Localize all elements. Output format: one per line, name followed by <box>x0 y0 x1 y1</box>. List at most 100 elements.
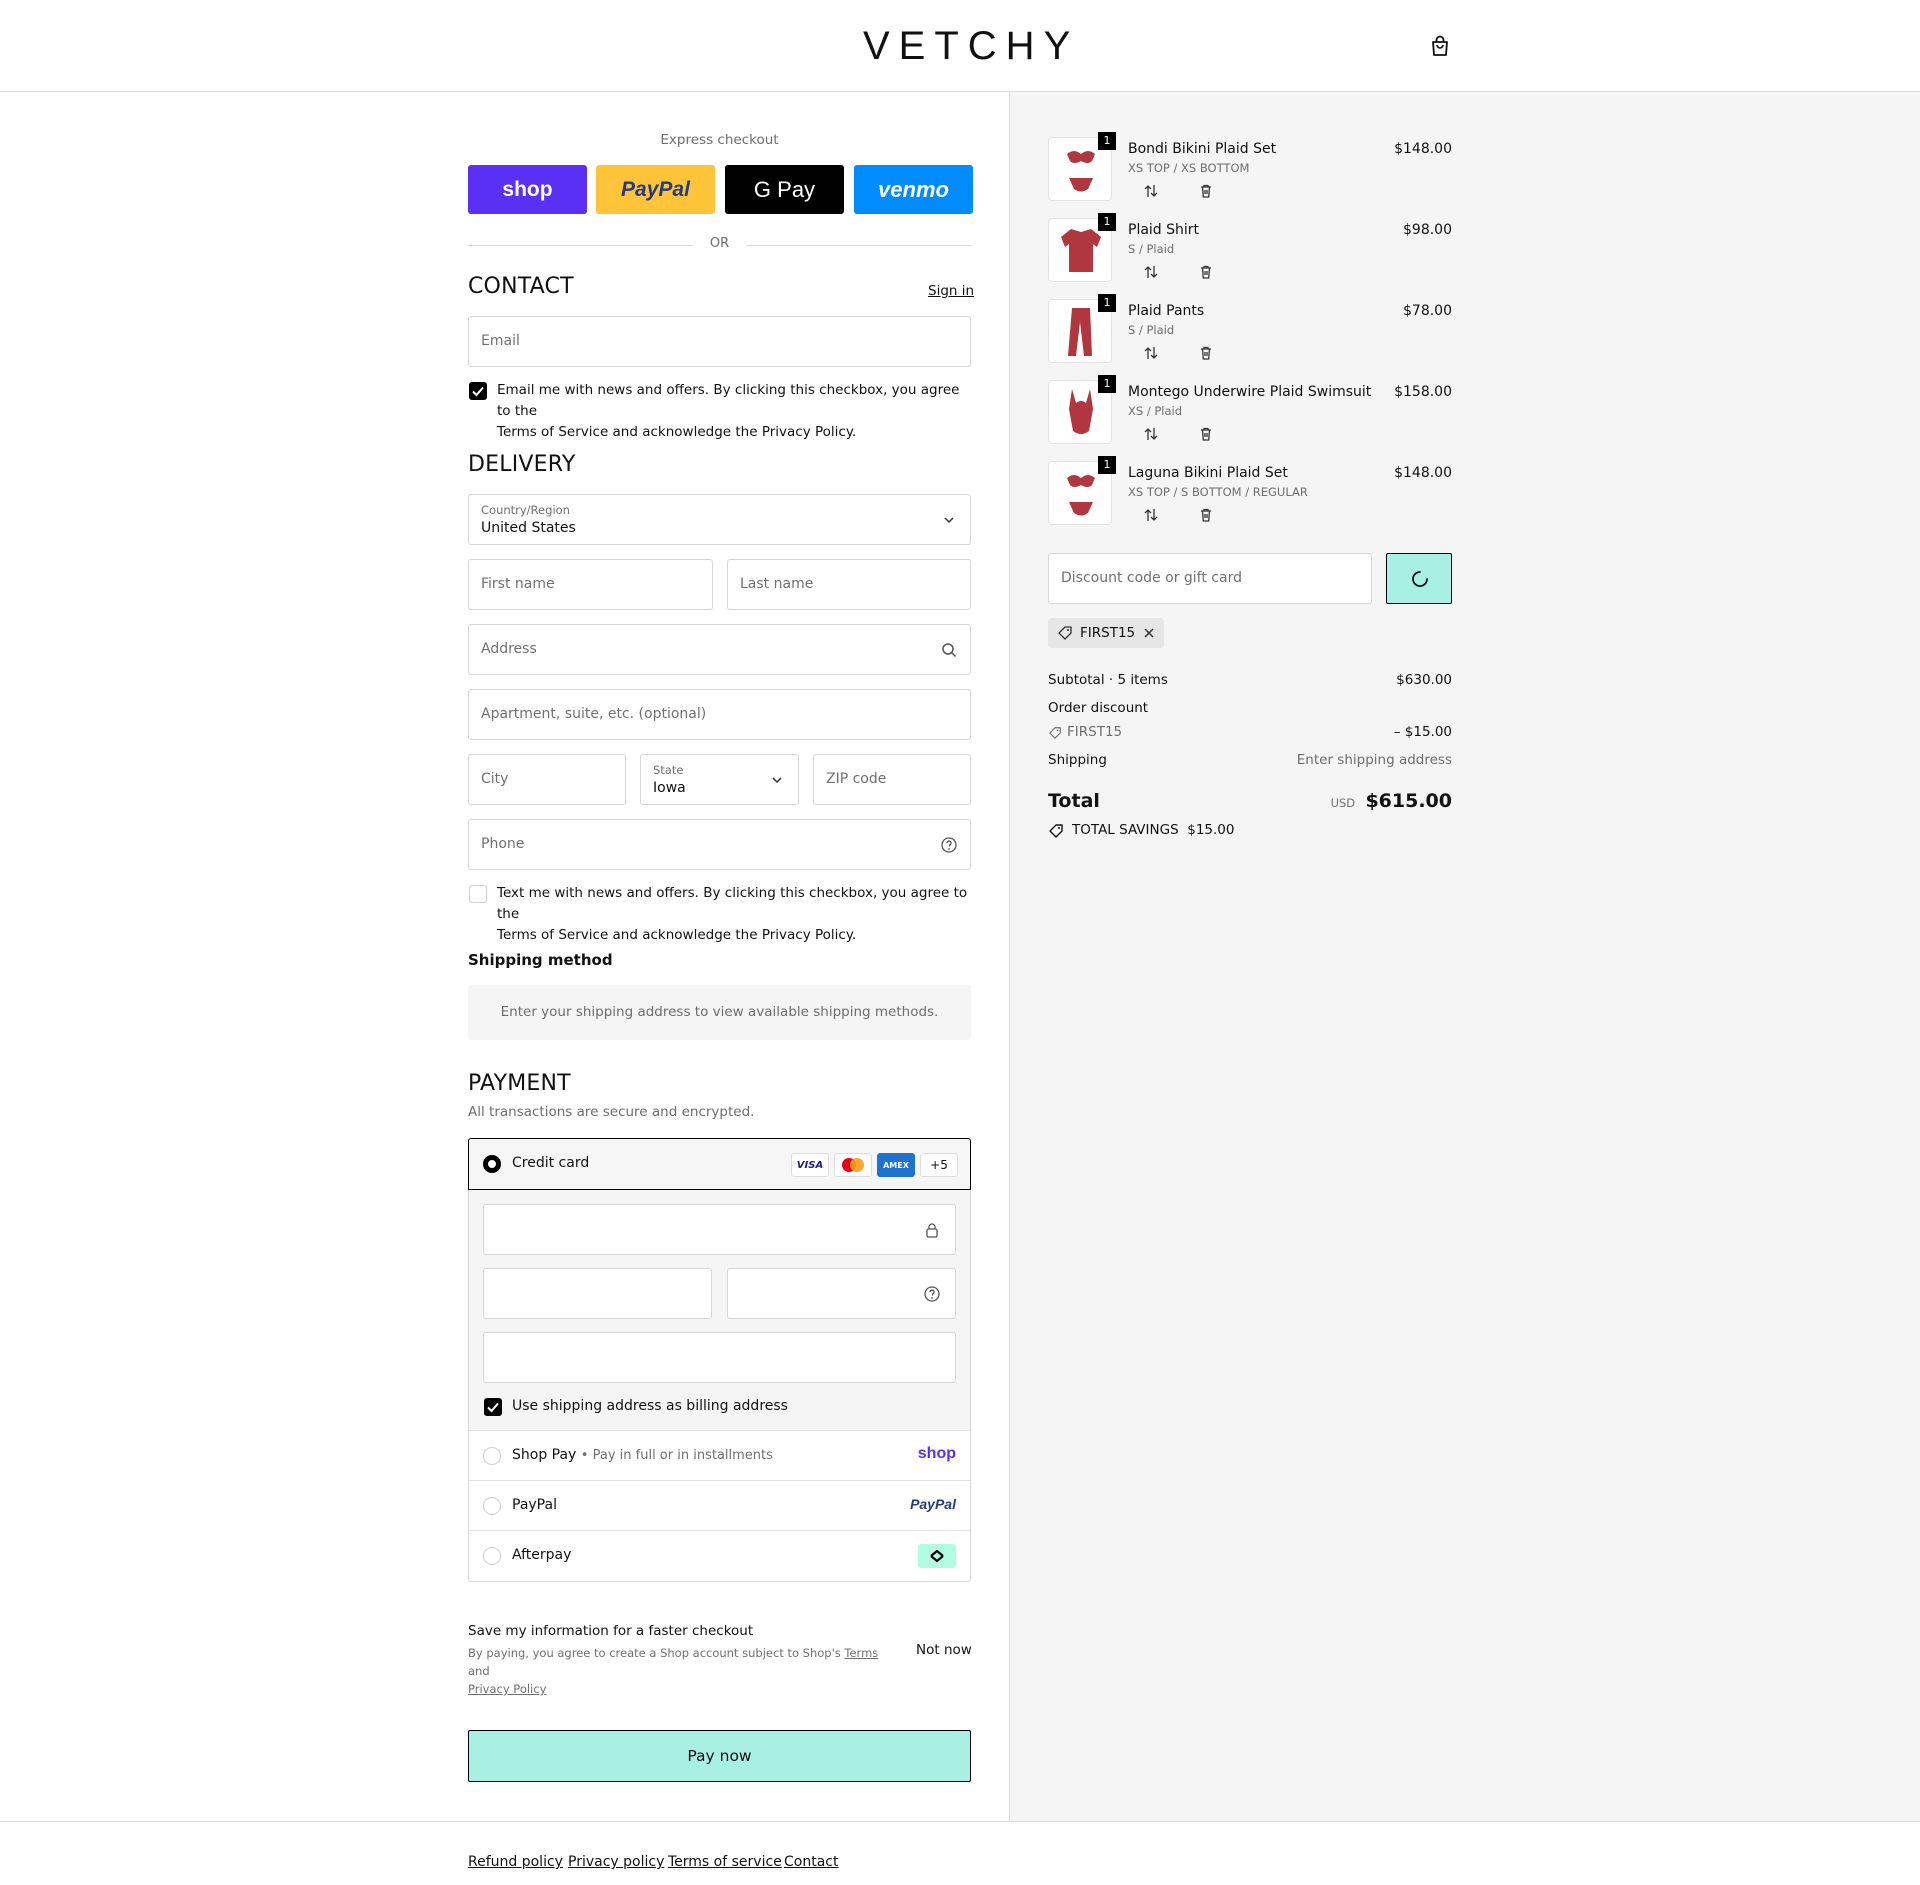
trash-icon[interactable] <box>1198 183 1214 199</box>
email-newsletter-label: Email me with news and offers. By clicki… <box>497 382 960 440</box>
shop-pay-button[interactable]: shop <box>468 165 587 214</box>
shop-pay-logo: shop <box>917 1445 956 1462</box>
card-number-field[interactable] <box>483 1204 956 1255</box>
product-variant: XS TOP / XS BOTTOM <box>1128 161 1250 175</box>
billing-address-checkbox[interactable] <box>484 1398 502 1416</box>
save-info-legal: By paying, you agree to create a Shop ac… <box>468 1646 879 1696</box>
shipping-method-heading: Shipping method <box>468 951 613 969</box>
quantity-badge: 1 <box>1098 213 1116 231</box>
first-name-field[interactable]: First name <box>468 559 713 610</box>
pay-now-button[interactable]: Pay now <box>468 1730 971 1782</box>
tag-icon <box>1049 824 1063 838</box>
sign-in-link[interactable]: Sign in <box>928 283 974 299</box>
remove-x-icon[interactable] <box>1143 627 1155 639</box>
credit-card-label: Credit card <box>512 1155 590 1171</box>
state-select[interactable]: State Iowa <box>640 754 799 805</box>
security-code-field[interactable] <box>727 1268 956 1319</box>
shop-terms-link[interactable]: Terms <box>844 1646 878 1660</box>
city-field[interactable]: City <box>468 754 626 805</box>
order-discount-label-row: Order discount <box>1048 700 1452 716</box>
trash-icon[interactable] <box>1198 345 1214 361</box>
zip-placeholder: ZIP code <box>826 771 887 787</box>
trash-icon[interactable] <box>1198 264 1214 280</box>
sms-newsletter-checkbox[interactable] <box>469 885 487 903</box>
google-pay-button[interactable]: G Pay <box>725 165 844 214</box>
swap-arrows-icon[interactable] <box>1143 426 1159 442</box>
venmo-logo: venmo <box>878 176 949 202</box>
product-price: $98.00 <box>1403 222 1452 238</box>
visa-icon: VISA <box>791 1153 829 1177</box>
product-price: $78.00 <box>1403 303 1452 319</box>
product-variant: S / Plaid <box>1128 242 1175 256</box>
currency-code: USD <box>1330 796 1356 810</box>
or-divider: OR <box>468 236 971 254</box>
swap-arrows-icon[interactable] <box>1143 264 1159 280</box>
search-icon <box>942 643 957 658</box>
applied-code: FIRST15 <box>1080 625 1136 641</box>
not-now-button[interactable]: Not now <box>916 1642 972 1658</box>
chevron-down-icon <box>944 517 954 524</box>
help-circle-icon[interactable] <box>923 1285 941 1303</box>
paypal-logo: PayPal <box>621 177 690 201</box>
swap-arrows-icon[interactable] <box>1143 345 1159 361</box>
email-placeholder: Email <box>481 333 520 349</box>
product-price: $148.00 <box>1394 141 1452 157</box>
paypal-option[interactable]: PayPal PayPal <box>469 1481 970 1531</box>
contact-heading: CONTACT <box>468 274 574 299</box>
email-newsletter-checkbox[interactable] <box>469 382 487 400</box>
google-pay-logo: G Pay <box>753 176 816 202</box>
shipping-method-note: Enter your shipping address to view avai… <box>468 985 971 1040</box>
shopping-bag-icon[interactable] <box>1428 34 1452 58</box>
country-value: United States <box>481 520 576 536</box>
refund-policy-link[interactable]: Refund policy <box>468 1854 563 1870</box>
cart-item: 1 Plaid Shirt S / Plaid $98.00 <box>1048 213 1452 284</box>
credit-card-option[interactable]: Credit card VISA AMEX +5 <box>468 1138 971 1190</box>
product-price: $148.00 <box>1394 465 1452 481</box>
trash-icon[interactable] <box>1198 507 1214 523</box>
last-name-field[interactable]: Last name <box>727 559 971 610</box>
swap-arrows-icon[interactable] <box>1143 183 1159 199</box>
privacy-policy-link[interactable]: Privacy policy <box>568 1854 664 1870</box>
payment-subtitle: All transactions are secure and encrypte… <box>468 1104 755 1120</box>
country-select[interactable]: Country/Region United States <box>468 494 971 545</box>
phone-field[interactable]: Phone <box>468 819 971 870</box>
shop-pay-radio[interactable] <box>483 1447 501 1465</box>
paypal-label: PayPal <box>512 1497 557 1513</box>
help-circle-icon[interactable] <box>940 836 958 854</box>
paypal-radio[interactable] <box>483 1497 501 1515</box>
cart-item: 1 Bondi Bikini Plaid Set XS TOP / XS BOTTO… <box>1048 132 1452 203</box>
venmo-button[interactable]: venmo <box>854 165 973 214</box>
address-field[interactable]: Address <box>468 624 971 675</box>
total-savings-label: TOTAL SAVINGS <box>1072 822 1179 838</box>
brand-logo[interactable]: VETCHY <box>857 26 1070 66</box>
mastercard-icon <box>834 1153 872 1177</box>
contact-link[interactable]: Contact <box>784 1854 838 1870</box>
product-name: Plaid Pants <box>1128 303 1205 319</box>
applied-discount-chip: FIRST15 <box>1048 618 1164 648</box>
zip-field[interactable]: ZIP code <box>813 754 971 805</box>
paypal-button[interactable]: PayPal <box>596 165 715 214</box>
tag-icon <box>1049 727 1061 739</box>
expiration-date-field[interactable] <box>483 1268 712 1319</box>
express-checkout-title: Express checkout <box>660 132 779 148</box>
more-cards-badge: +5 <box>920 1153 958 1177</box>
afterpay-radio[interactable] <box>483 1547 501 1565</box>
email-field[interactable]: Email <box>468 316 971 367</box>
save-info-title: Save my information for a faster checkou… <box>468 1623 754 1639</box>
discount-code-field[interactable]: Discount code or gift card <box>1048 553 1372 604</box>
swap-arrows-icon[interactable] <box>1143 507 1159 523</box>
total-value: $615.00 <box>1365 790 1452 812</box>
terms-of-service-link[interactable]: Terms of service <box>668 1854 782 1870</box>
credit-card-form: Use shipping address as billing address <box>469 1190 970 1431</box>
credit-card-radio[interactable] <box>483 1155 501 1173</box>
name-on-card-field[interactable] <box>483 1332 956 1383</box>
shop-pay-option[interactable]: Shop Pay • Pay in full or in installment… <box>469 1431 970 1481</box>
shop-privacy-link[interactable]: Privacy Policy <box>468 1682 546 1696</box>
apply-discount-button[interactable] <box>1386 553 1452 604</box>
site-header: VETCHY <box>0 0 1920 92</box>
quantity-badge: 1 <box>1098 132 1116 150</box>
total-row: Total USD $615.00 <box>1048 790 1452 818</box>
trash-icon[interactable] <box>1198 426 1214 442</box>
afterpay-option[interactable]: Afterpay <box>469 1531 970 1581</box>
apartment-field[interactable]: Apartment, suite, etc. (optional) <box>468 689 971 740</box>
